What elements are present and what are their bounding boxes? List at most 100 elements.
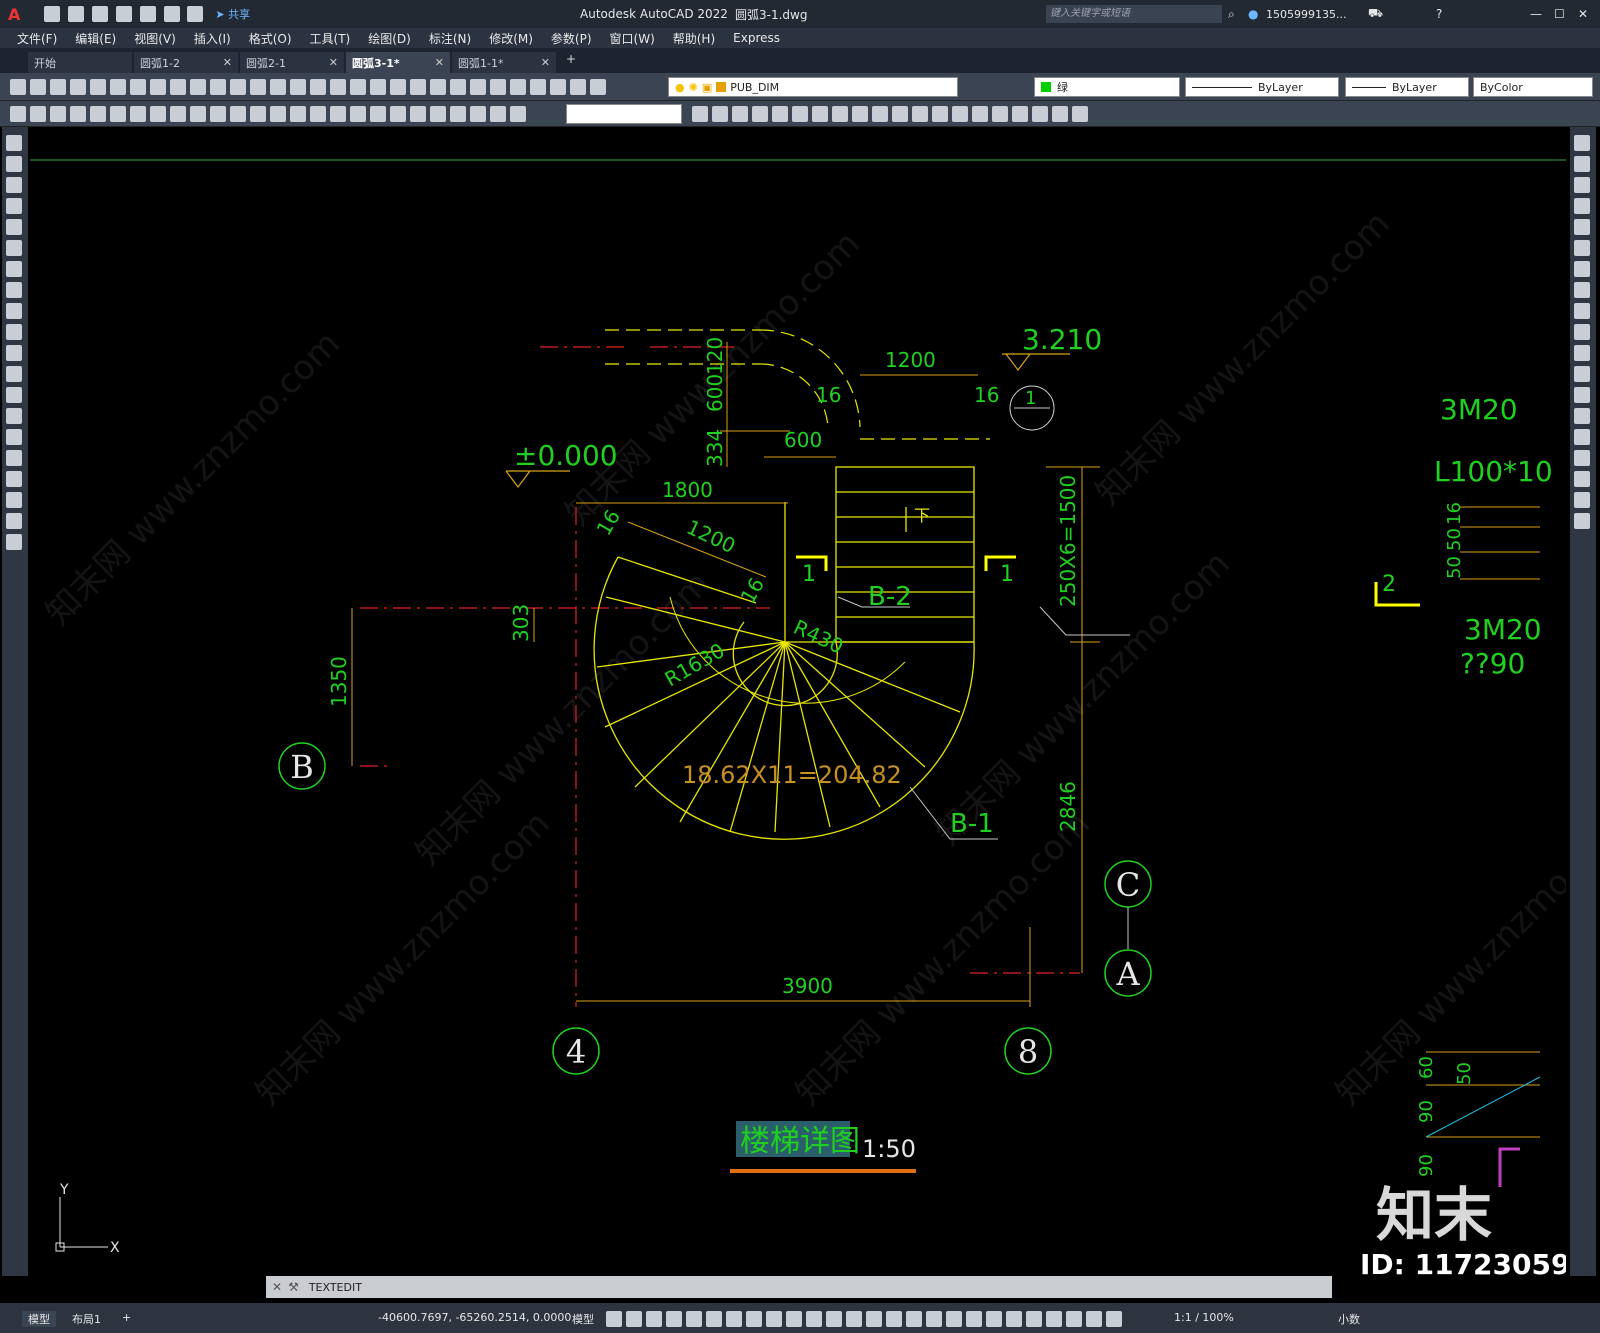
edit-tool-icon-12[interactable] [1574,366,1590,382]
status-toggle-icon-8[interactable] [746,1311,762,1327]
menu-edit[interactable]: 编辑(E) [66,30,125,47]
status-toggle-icon-16[interactable] [906,1311,922,1327]
menu-insert[interactable]: 插入(I) [185,30,240,47]
edit-tool-icon-8[interactable] [1574,282,1590,298]
tab-arc-1-1[interactable]: 圆弧1-1* ✕ [452,52,556,73]
share-button[interactable]: ➤ 共享 [215,6,250,22]
status-toggle-icon-15[interactable] [886,1311,902,1327]
dimension-tool-icon-9[interactable] [170,106,186,122]
close-icon[interactable]: ✕ [435,56,444,69]
draw-tool-icon-20[interactable] [6,534,22,550]
close-icon[interactable]: ✕ [272,1280,282,1294]
standard-tool-icon-6[interactable] [110,79,126,95]
dimension-tool-icon-10[interactable] [190,106,206,122]
dimension-tool-icon-5[interactable] [90,106,106,122]
standard-tool-icon-1[interactable] [10,79,26,95]
draw-tool-icon-6[interactable] [6,240,22,256]
dimension-tool-icon-4[interactable] [70,106,86,122]
new-tab-button[interactable]: + [558,52,584,73]
modify-tool-icon-10[interactable] [872,106,888,122]
standard-tool-icon-8[interactable] [150,79,166,95]
standard-tool-icon-14[interactable] [270,79,286,95]
draw-tool-icon-9[interactable] [6,303,22,319]
tab-layout1[interactable]: 布局1 [72,1311,101,1327]
plotstyle-dropdown[interactable]: ByColor [1473,77,1593,97]
dimension-tool-icon-22[interactable] [430,106,446,122]
menu-help[interactable]: 帮助(H) [664,30,724,47]
standard-tool-icon-12[interactable] [230,79,246,95]
modify-tool-icon-4[interactable] [752,106,768,122]
wrench-icon[interactable]: ⚒ [288,1280,299,1294]
standard-tool-icon-18[interactable] [350,79,366,95]
edit-tool-icon-3[interactable] [1574,177,1590,193]
dimension-tool-icon-17[interactable] [330,106,346,122]
standard-tool-icon-4[interactable] [70,79,86,95]
menu-parametric[interactable]: 参数(P) [542,30,601,47]
maximize-button[interactable]: ☐ [1554,7,1565,21]
standard-tool-icon-19[interactable] [370,79,386,95]
modify-tool-icon-1[interactable] [692,106,708,122]
status-toggle-icon-13[interactable] [846,1311,862,1327]
save-as-icon[interactable] [115,6,132,22]
menu-window[interactable]: 窗口(W) [601,30,664,47]
dimension-tool-icon-21[interactable] [410,106,426,122]
status-toggle-icon-26[interactable] [1106,1311,1122,1327]
draw-tool-icon-11[interactable] [6,345,22,361]
command-line[interactable]: ✕ ⚒ TEXTEDIT [266,1276,1332,1298]
draw-tool-icon-8[interactable] [6,282,22,298]
tab-model[interactable]: 模型 [22,1311,56,1327]
menu-draw[interactable]: 绘图(D) [359,30,420,47]
dimension-tool-icon-12[interactable] [230,106,246,122]
color-dropdown[interactable]: 绿 [1034,77,1180,97]
standard-tool-icon-21[interactable] [410,79,426,95]
lineweight-dropdown[interactable]: ByLayer [1345,77,1469,97]
draw-tool-icon-1[interactable] [6,135,22,151]
menu-view[interactable]: 视图(V) [125,30,185,47]
close-icon[interactable]: ✕ [541,56,550,69]
modify-tool-icon-5[interactable] [772,106,788,122]
dimension-tool-icon-15[interactable] [290,106,306,122]
modify-tool-icon-19[interactable] [1052,106,1068,122]
standard-tool-icon-17[interactable] [330,79,346,95]
tab-start[interactable]: 开始 [28,52,132,73]
draw-tool-icon-5[interactable] [6,219,22,235]
edit-tool-icon-9[interactable] [1574,303,1590,319]
units-dropdown[interactable]: 小数 [1338,1311,1360,1327]
status-toggle-icon-5[interactable] [686,1311,702,1327]
close-button[interactable]: ✕ [1578,7,1588,21]
standard-tool-icon-15[interactable] [290,79,306,95]
modify-tool-icon-2[interactable] [712,106,728,122]
status-toggle-icon-4[interactable] [666,1311,682,1327]
modify-tool-icon-6[interactable] [792,106,808,122]
standard-tool-icon-3[interactable] [50,79,66,95]
modify-tool-icon-11[interactable] [892,106,908,122]
edit-tool-icon-5[interactable] [1574,219,1590,235]
dimension-tool-icon-6[interactable] [110,106,126,122]
edit-tool-icon-4[interactable] [1574,198,1590,214]
edit-tool-icon-14[interactable] [1574,408,1590,424]
linetype-dropdown[interactable]: ByLayer [1185,77,1339,97]
modify-tool-icon-16[interactable] [992,106,1008,122]
help-icon[interactable]: ? [1436,7,1442,21]
draw-tool-icon-19[interactable] [6,513,22,529]
standard-tool-icon-7[interactable] [130,79,146,95]
edit-tool-icon-11[interactable] [1574,345,1590,361]
modify-tool-icon-3[interactable] [732,106,748,122]
standard-tool-icon-28[interactable] [550,79,566,95]
status-toggle-icon-21[interactable] [1006,1311,1022,1327]
modify-tool-icon-15[interactable] [972,106,988,122]
status-toggle-icon-10[interactable] [786,1311,802,1327]
edit-tool-icon-18[interactable] [1574,492,1590,508]
dimension-tool-icon-25[interactable] [490,106,506,122]
standard-tool-icon-30[interactable] [590,79,606,95]
edit-tool-icon-1[interactable] [1574,135,1590,151]
edit-tool-icon-17[interactable] [1574,471,1590,487]
status-toggle-icon-23[interactable] [1046,1311,1062,1327]
standard-tool-icon-13[interactable] [250,79,266,95]
tab-arc-3-1[interactable]: 圆弧3-1* ✕ [346,52,450,73]
dimstyle-dropdown[interactable] [566,104,682,124]
edit-tool-icon-15[interactable] [1574,429,1590,445]
standard-tool-icon-10[interactable] [190,79,206,95]
dimension-tool-icon-23[interactable] [450,106,466,122]
status-toggle-icon-14[interactable] [866,1311,882,1327]
